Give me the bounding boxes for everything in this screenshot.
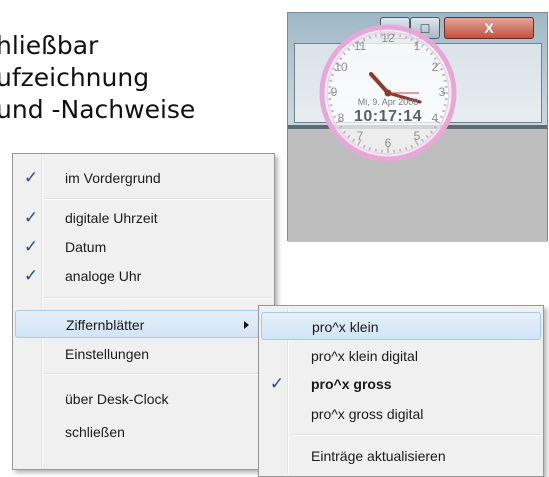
checkmark-icon: ✓ — [23, 237, 39, 256]
menu-separator — [45, 198, 272, 200]
menu-item-label: analoge Uhr — [65, 268, 142, 284]
clock-number: 2 — [431, 60, 439, 74]
menu-item-label: pro^x gross digital — [311, 406, 424, 422]
clock-number: 10 — [334, 60, 348, 74]
clock-date: Mi, 9. Apr 2008 — [357, 97, 419, 107]
menu-item-label: pro^x klein digital — [311, 348, 418, 364]
clock-tick — [330, 73, 335, 77]
clock-number: 6 — [384, 136, 392, 150]
clock-number: 1 — [413, 39, 421, 53]
clock-number: 5 — [413, 129, 421, 143]
clock-tick — [368, 146, 372, 151]
analog-clock[interactable]: 12 1 2 3 4 5 6 7 8 9 10 11 Mi, 9. Apr 20… — [318, 23, 458, 163]
clock-tick — [374, 148, 377, 152]
submenu-item-prox-klein[interactable]: pro^x klein — [261, 312, 541, 340]
context-menu: ✓ im Vordergrund ✓ digitale Uhrzeit ✓ Da… — [12, 153, 275, 470]
menu-item-label: über Desk-Clock — [65, 391, 169, 407]
menu-item-datum[interactable]: ✓ Datum — [15, 233, 272, 261]
clock-tick — [329, 79, 333, 82]
submenu-arrow-icon — [244, 321, 249, 329]
menu-item-digitale-uhrzeit[interactable]: ✓ digitale Uhrzeit — [15, 204, 272, 232]
menu-item-schliessen[interactable]: schließen — [15, 418, 272, 446]
menu-separator — [291, 434, 541, 436]
document-line: ufzeichnung — [0, 63, 150, 92]
document-line: hließbar — [0, 31, 99, 60]
menu-item-label: digitale Uhrzeit — [65, 210, 158, 226]
menu-item-label: im Vordergrund — [65, 170, 161, 186]
clock-tick — [443, 79, 447, 82]
menu-item-analoge-uhr[interactable]: ✓ analoge Uhr — [15, 262, 272, 290]
background-document-text: hließbar ufzeichnung und -Nachweise — [0, 30, 195, 126]
clock-tick — [399, 34, 402, 38]
clock-tick — [329, 104, 333, 107]
submenu-item-prox-klein-digital[interactable]: pro^x klein digital — [261, 342, 541, 370]
submenu-item-prox-gross-digital[interactable]: pro^x gross digital — [261, 400, 541, 428]
menu-item-im-vordergrund[interactable]: ✓ im Vordergrund — [15, 164, 272, 192]
menu-item-label: schließen — [65, 424, 125, 440]
clock-tick — [404, 35, 408, 40]
menu-item-label: Einträge aktualisieren — [311, 448, 446, 464]
clock-tick — [404, 146, 408, 151]
clock-time: 10:17:14 — [353, 108, 423, 125]
checkmark-icon: ✓ — [23, 208, 39, 227]
menu-item-label: pro^x klein — [312, 319, 379, 335]
checkmark-icon: ✓ — [269, 374, 285, 393]
clock-number: 7 — [356, 129, 364, 143]
menu-item-label: Einstellungen — [65, 346, 150, 362]
clock-number: 12 — [381, 31, 395, 45]
clock-tick — [399, 148, 402, 152]
document-line: und -Nachweise — [0, 95, 196, 124]
menu-item-label: Datum — [65, 239, 107, 255]
clock-tick — [368, 35, 372, 40]
menu-item-einstellungen[interactable]: Einstellungen — [15, 340, 272, 368]
clock-number: 11 — [353, 39, 367, 53]
desk-clock-window: _ □ X 12 1 2 3 4 5 6 7 8 9 10 11 Mi, 9. … — [287, 12, 548, 242]
ziffernblaetter-submenu: pro^x klein pro^x klein digital ✓ pro^x … — [258, 305, 544, 477]
clock-tick — [374, 34, 377, 38]
menu-separator — [45, 373, 272, 375]
menu-item-ueber-desk-clock[interactable]: über Desk-Clock — [15, 385, 272, 413]
clock-tick — [441, 73, 446, 77]
menu-separator — [45, 297, 272, 299]
menu-item-label: Ziffernblätter — [66, 317, 145, 333]
menu-item-label: pro^x gross — [311, 376, 392, 392]
menu-item-ziffernblaetter[interactable]: Ziffernblätter — [15, 310, 272, 338]
submenu-item-prox-gross[interactable]: ✓ pro^x gross — [261, 370, 541, 398]
checkmark-icon: ✓ — [23, 266, 39, 285]
submenu-item-eintraege-aktualisieren[interactable]: Einträge aktualisieren — [261, 442, 541, 470]
clock-tick — [443, 104, 447, 107]
checkmark-icon: ✓ — [23, 168, 39, 187]
